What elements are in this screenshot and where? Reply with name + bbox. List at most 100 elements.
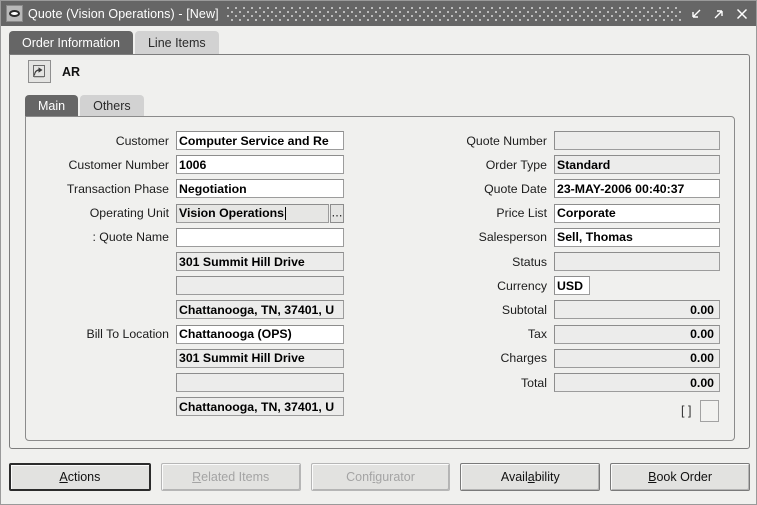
field-row: Price List Corporate [426, 203, 720, 223]
field-row: Charges 0.00 [426, 348, 720, 368]
field-label: Tax [527, 327, 547, 342]
field-input[interactable] [176, 276, 344, 296]
minimize-icon[interactable] [689, 7, 703, 21]
field-row: Subtotal 0.00 [426, 300, 720, 320]
action-button-bar: Actions Related Items Conf i gurator Avail a bi… [9, 457, 750, 497]
dff-button[interactable] [700, 400, 720, 422]
field-input[interactable]: 23-MAY-2006 00:40:37 [554, 179, 720, 199]
field-row: Customer Number 1006 [40, 155, 344, 175]
field-row: Status [426, 252, 720, 271]
field-value: 1006 [179, 157, 207, 172]
field-value: 0.00 [690, 327, 714, 342]
field-input[interactable]: Standard [554, 155, 720, 175]
field-value: Chattanooga, TN, 37401, U [179, 302, 335, 317]
subtab-others[interactable]: Others [80, 95, 144, 117]
button-related-items: Related Items [160, 463, 301, 491]
quote-window: Quote (Vision Operations) - [New] Order … [0, 0, 757, 505]
field-input[interactable]: Chattanooga (OPS) [176, 324, 344, 344]
field-row: Customer Computer Service and Re [40, 131, 344, 150]
field-input[interactable]: USD [554, 276, 590, 296]
field-label: Price List [496, 206, 547, 221]
field-row [40, 276, 344, 296]
field-value: Standard [557, 157, 611, 172]
field-label: Quote Number [466, 133, 547, 148]
field-value: 301 Summit Hill Drive [179, 351, 305, 366]
field-label: Customer [115, 133, 169, 148]
tab-order-information[interactable]: Order Information [9, 31, 133, 55]
field-input[interactable]: Computer Service and Re [176, 131, 344, 150]
field-input[interactable]: 0.00 [554, 300, 720, 320]
field-value: 23-MAY-2006 00:40:37 [557, 181, 685, 196]
field-label: Currency [497, 278, 547, 293]
field-label: Order Type [485, 157, 547, 172]
order-information-panel: AR Main Others Customer Computer Service … [9, 54, 750, 449]
button-configurator: Conf i gurator [310, 463, 451, 491]
field-label: Salesperson [478, 230, 547, 245]
maximize-icon[interactable] [712, 7, 726, 21]
field-value: Sell, Thomas [557, 230, 633, 245]
field-value: Negotiation [179, 181, 247, 196]
ar-label: AR [62, 64, 81, 79]
field-input[interactable]: Sell, Thomas [554, 227, 720, 247]
field-input[interactable]: 0.00 [554, 348, 720, 368]
field-value: Chattanooga, TN, 37401, U [179, 399, 335, 414]
field-row [40, 373, 344, 392]
field-input[interactable] [554, 131, 720, 150]
field-value: Corporate [557, 206, 616, 221]
descriptive-flexfield-row: [ ] [681, 400, 720, 422]
field-value: Chattanooga (OPS) [179, 327, 292, 342]
window-controls [689, 7, 756, 21]
subtab-main[interactable]: Main [25, 95, 79, 117]
field-value: 301 Summit Hill Drive [179, 254, 305, 269]
system-menu-icon[interactable] [6, 5, 23, 22]
field-row: Operating Unit Vision Operations ⋯ [40, 203, 344, 223]
field-row: Quote Number [426, 131, 720, 150]
button-actions[interactable]: Actions [9, 463, 151, 491]
field-input[interactable]: 301 Summit Hill Drive [176, 252, 344, 271]
field-value: 0.00 [690, 351, 714, 366]
field-row: Chattanooga, TN, 37401, U [40, 300, 344, 320]
field-label: Customer Number [68, 157, 169, 172]
field-input[interactable]: 0.00 [554, 373, 720, 392]
tab-line-items[interactable]: Line Items [134, 31, 219, 55]
field-value: USD [557, 278, 583, 293]
field-value: Vision Operations [179, 206, 285, 221]
field-input[interactable]: Chattanooga, TN, 37401, U [176, 300, 344, 320]
edit-document-icon[interactable] [28, 60, 51, 83]
field-label: Subtotal [501, 302, 547, 317]
text-caret [285, 206, 287, 220]
field-value: Computer Service and Re [179, 133, 329, 148]
field-input[interactable]: 301 Summit Hill Drive [176, 348, 344, 368]
field-input[interactable]: 0.00 [554, 324, 720, 344]
titlebar-drag-texture[interactable] [226, 6, 683, 21]
button-availability[interactable]: Avail a bility [460, 463, 601, 491]
field-input[interactable] [554, 252, 720, 271]
window-titlebar: Quote (Vision Operations) - [New] [1, 1, 756, 26]
field-input[interactable] [176, 373, 344, 392]
button-book-order[interactable]: Book Order [610, 463, 750, 491]
field-value: 0.00 [690, 302, 714, 317]
field-input[interactable] [176, 227, 344, 247]
field-row: Chattanooga, TN, 37401, U [40, 397, 344, 417]
field-row: Total 0.00 [426, 373, 720, 392]
field-input[interactable]: 1006 [176, 155, 344, 175]
field-input[interactable]: Vision Operations [176, 203, 329, 223]
field-label: Quote Date [484, 181, 547, 196]
field-row: 301 Summit Hill Drive [40, 348, 344, 368]
field-label: Operating Unit [89, 206, 169, 221]
field-value: 0.00 [690, 375, 714, 390]
field-input[interactable]: Negotiation [176, 179, 344, 199]
field-label: Transaction Phase [66, 181, 169, 196]
window-title: Quote (Vision Operations) - [New] [28, 6, 219, 21]
field-input[interactable]: Chattanooga, TN, 37401, U [176, 397, 344, 417]
field-input[interactable]: Corporate [554, 203, 720, 223]
main-form-region: Customer Computer Service and Re Customer … [25, 116, 735, 441]
field-label: Total [521, 375, 547, 390]
close-icon[interactable] [735, 7, 749, 21]
oracle-oval-icon [9, 10, 20, 17]
field-row: Bill To Location Chattanooga (OPS) [40, 324, 344, 344]
field-row: Currency USD [426, 276, 590, 296]
field-row: : Quote Name [40, 227, 344, 247]
field-row: Salesperson Sell, Thomas [426, 227, 720, 247]
list-of-values-icon[interactable]: ⋯ [330, 203, 344, 223]
